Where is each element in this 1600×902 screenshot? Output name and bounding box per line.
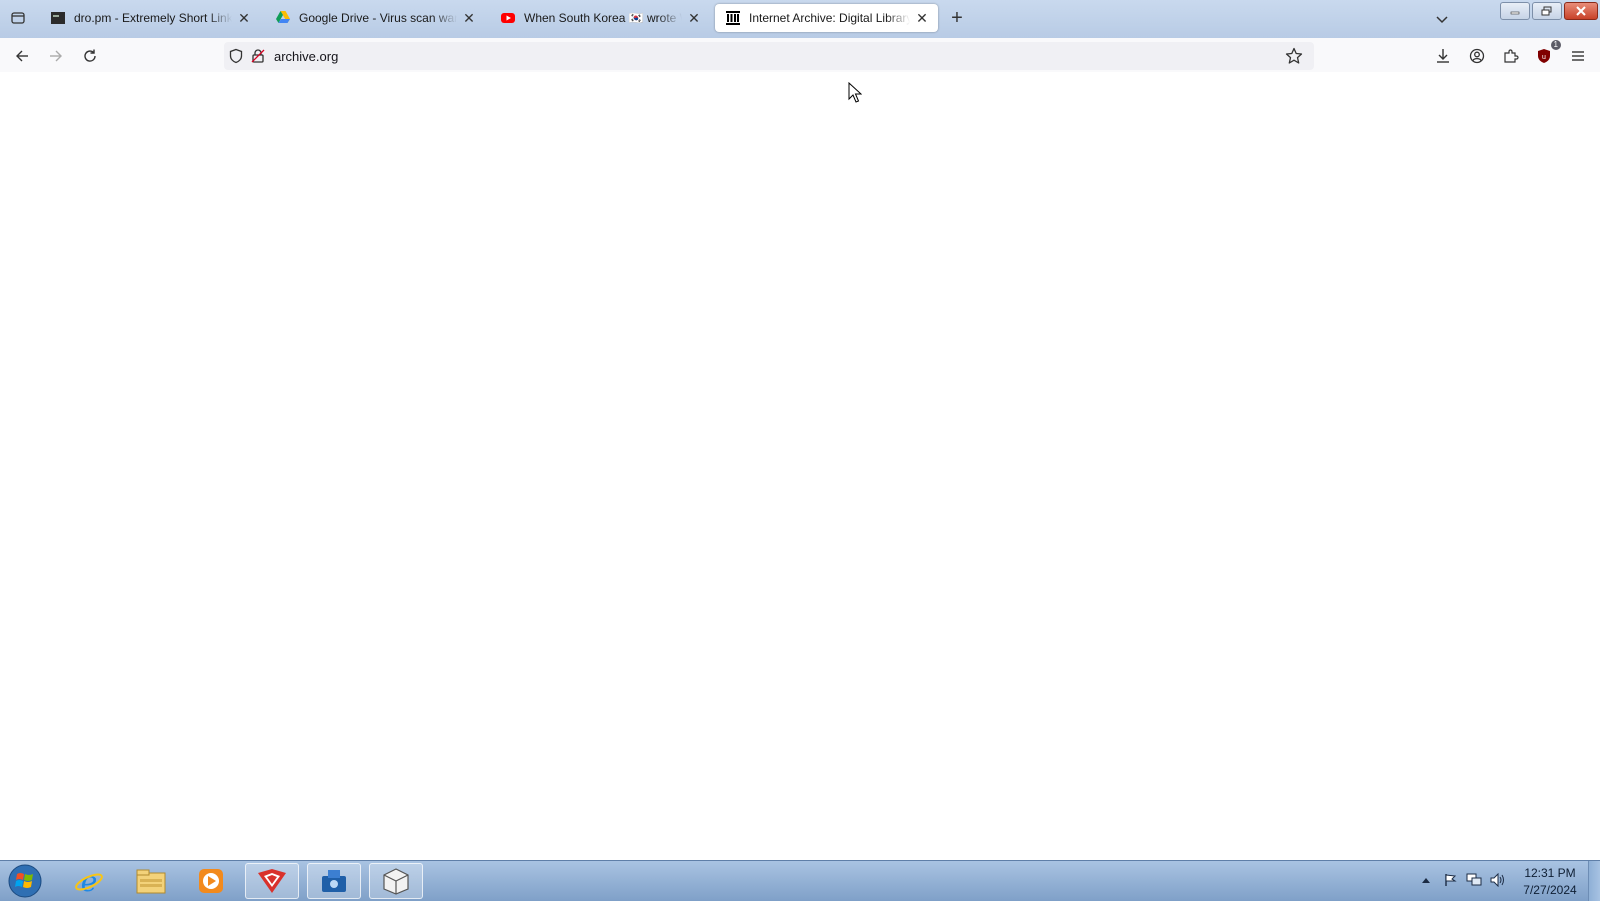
close-icon [1576,6,1586,16]
tab-bar: dro.pm - Extremely Short Links ✕ Google … [0,0,1600,38]
address-bar[interactable]: archive.org [224,42,1314,70]
clock-time[interactable]: 12:31 PM [1510,866,1590,880]
downloads-button[interactable] [1432,45,1454,67]
restore-icon [1541,6,1552,16]
tab-title: When South Korea 🇰🇷 wrote World [524,11,682,25]
svg-text:u: u [1542,54,1546,61]
download-icon [1437,49,1449,63]
navigation-toolbar: archive.org u 1 [0,38,1600,73]
tab-dropm[interactable]: dro.pm - Extremely Short Links ✕ [40,4,260,32]
lock-icon[interactable] [250,48,266,64]
taskbar-media-player[interactable] [184,863,238,899]
reload-icon [84,49,96,62]
dropm-favicon [50,10,66,26]
close-tab-icon[interactable]: ✕ [914,10,930,26]
media-player-icon [199,869,223,893]
show-hidden-icons-button[interactable] [1418,872,1434,888]
puzzle-icon [1504,49,1519,63]
box-app-icon [383,868,409,895]
network-icon[interactable] [1466,872,1482,888]
back-button[interactable] [11,45,33,67]
page-content[interactable] [0,72,1600,860]
action-center-icon[interactable] [1442,872,1458,888]
forward-button[interactable] [45,45,67,67]
tab-title: Internet Archive: Digital Library [749,11,910,25]
ublock-shield-icon: u [1538,49,1550,63]
app-menu-button[interactable] [1567,45,1589,67]
volume-icon[interactable] [1490,872,1506,888]
extensions-button[interactable] [1500,45,1522,67]
minimize-button[interactable] [1500,2,1530,20]
speaker-icon [1490,873,1504,887]
firefox-view-icon [11,12,25,24]
red-app-icon [258,869,286,893]
svg-text:e: e [81,866,98,896]
show-desktop-button[interactable] [1588,861,1600,901]
mouse-cursor-icon [848,82,862,103]
shield-icon[interactable] [228,48,244,64]
taskbar-internet-explorer[interactable]: e [62,863,116,899]
account-button[interactable] [1466,45,1488,67]
blue-app-icon [322,870,346,892]
arrow-right-icon [50,50,62,62]
youtube-favicon [500,10,516,26]
chevron-up-icon [1422,878,1430,883]
tab-title: Google Drive - Virus scan warning [299,11,457,25]
taskbar-app-box[interactable] [369,863,423,899]
window-close-button[interactable] [1564,2,1598,20]
minimize-icon [1510,11,1520,15]
chevron-down-icon [1436,16,1448,24]
arrow-left-icon [16,50,28,62]
tab-google-drive[interactable]: Google Drive - Virus scan warning ✕ [265,4,485,32]
tab-title: dro.pm - Extremely Short Links [74,11,232,25]
new-tab-button[interactable]: + [947,8,967,29]
flag-icon [1445,874,1457,886]
hamburger-menu-icon [1572,51,1584,61]
account-icon [1469,48,1485,64]
internet-archive-favicon [725,10,741,26]
close-tab-icon[interactable]: ✕ [686,10,702,26]
tab-internet-archive[interactable]: Internet Archive: Digital Library ✕ [715,4,938,32]
windows-start-orb-icon [8,864,42,898]
google-drive-favicon [275,10,291,26]
taskbar-windows-explorer[interactable] [124,863,178,899]
url-text[interactable]: archive.org [274,49,338,64]
tab-youtube[interactable]: When South Korea 🇰🇷 wrote World ✕ [490,4,710,32]
taskbar-app-red[interactable] [245,863,299,899]
reload-button[interactable] [79,45,101,67]
firefox-view-button[interactable] [8,8,28,28]
bookmark-star-icon[interactable] [1285,47,1303,65]
close-tab-icon[interactable]: ✕ [461,10,477,26]
ublock-extension-button[interactable]: u 1 [1533,40,1561,67]
restore-button[interactable] [1532,2,1562,20]
internet-explorer-icon: e [75,866,103,896]
extension-badge: 1 [1550,40,1561,50]
list-all-tabs-button[interactable] [1432,10,1452,28]
network-icon-glyph [1466,873,1482,886]
clock-date[interactable]: 7/27/2024 [1510,883,1590,897]
folder-icon [136,869,166,894]
windows-taskbar: e 12:31 PM 7/27/2024 [0,860,1600,901]
start-button[interactable] [6,863,46,899]
close-tab-icon[interactable]: ✕ [236,10,252,26]
taskbar-app-blue[interactable] [307,863,361,899]
